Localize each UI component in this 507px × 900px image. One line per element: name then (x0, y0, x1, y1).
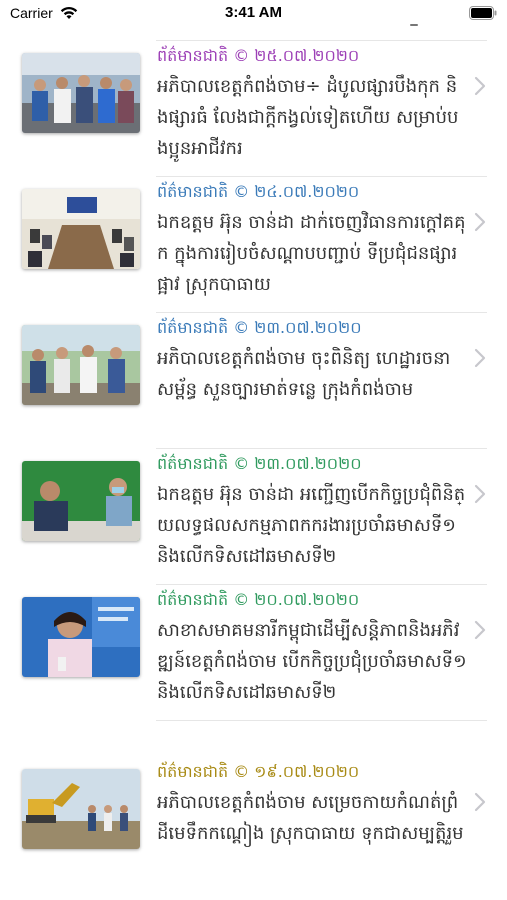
news-meta: ព័ត៌មានជាតិ © ២៤.០៧.២០២០ (157, 181, 359, 203)
news-category: ព័ត៌មានជាតិ (157, 182, 229, 201)
news-category: ព័ត៌មានជាតិ (157, 762, 229, 781)
news-item[interactable]: ព័ត៌មានជាតិ © ១៩.០៧.២០២០ អភិបាលខេត្តកំពង… (0, 757, 507, 893)
news-item[interactable]: ព័ត៌មានជាតិ © ២៣.០៧.២០២០ ឯកឧត្តម អ៊ុន ចា… (0, 449, 507, 585)
news-item[interactable]: ព័ត៌មានជាតិ © ២៥.០៧.២០២០ អភិបាលខេត្តកំពង… (0, 41, 507, 177)
news-item[interactable]: ព័ត៌មានជាតិ © ២៣.០៧.២០២០ អភិបាលខេត្តកំពង… (0, 313, 507, 449)
news-meta: ព័ត៌មានជាតិ © ១៩.០៧.២០២០ (157, 761, 359, 783)
excavator-site-icon (22, 769, 140, 849)
meeting-room-icon (22, 189, 140, 269)
status-bar: Carrier 3:41 AM (0, 0, 507, 30)
status-time: 3:41 AM (225, 4, 282, 21)
conference-speaker-icon (22, 461, 140, 541)
officials-at-market-icon (22, 53, 140, 133)
chevron-right-icon (474, 792, 486, 812)
news-title: អភិបាលខេត្តកំពង់ចាម÷ ដំបូលផ្សារបឹងកុក និ… (157, 76, 459, 159)
news-meta: ព័ត៌មានជាតិ © ២៣.០៧.២០២០ (157, 453, 362, 475)
row-divider (156, 720, 487, 721)
news-title: ឯកឧត្តម អ៊ុន ចាន់ដា ដាក់ចេញវិធានការក្ដៅគ… (157, 212, 466, 295)
news-title: អភិបាលខេត្តកំពង់ចាម សម្រេចកាយកំណត់ព្រំដី… (157, 792, 464, 844)
news-date: © ១៩.០៧.២០២០ (233, 762, 360, 781)
news-title: អភិបាលខេត្តកំពង់ចាម ចុះពិនិត្យ ហេដ្ឋារចន… (157, 348, 451, 400)
news-thumbnail (22, 769, 140, 849)
news-thumbnail (22, 189, 140, 269)
news-thumbnail (22, 325, 140, 405)
chevron-right-icon (474, 620, 486, 640)
news-item[interactable]: ព័ត៌មានជាតិ © ២០.០៧.២០២០ សាខាសមាគមនារីកម… (0, 585, 507, 721)
news-date: © ២៥.០៧.២០២០ (233, 46, 360, 65)
nav-grip (410, 24, 418, 26)
site-inspection-icon (22, 325, 140, 405)
news-date: © ២០.០៧.២០២០ (233, 590, 360, 609)
news-thumbnail (22, 53, 140, 133)
woman-speaker-icon (22, 597, 140, 677)
news-category: ព័ត៌មានជាតិ (157, 590, 229, 609)
battery-icon (469, 6, 497, 20)
chevron-right-icon (474, 212, 486, 232)
news-meta: ព័ត៌មានជាតិ © ២៥.០៧.២០២០ (157, 45, 359, 67)
news-date: © ២៣.០៧.២០២០ (233, 454, 362, 473)
chevron-right-icon (474, 348, 486, 368)
chevron-right-icon (474, 484, 486, 504)
news-category: ព័ត៌មានជាតិ (157, 318, 229, 337)
news-meta: ព័ត៌មានជាតិ © ២៣.០៧.២០២០ (157, 317, 362, 339)
news-title: សាខាសមាគមនារីកម្ពុជាដើម្បីសន្តិភាពនិងអភិ… (157, 620, 467, 703)
news-thumbnail (22, 597, 140, 677)
news-title: ឯកឧត្តម អ៊ុន ចាន់ដា អញ្ជើញបើកកិច្ចប្រជុំ… (157, 484, 466, 567)
news-item[interactable]: ព័ត៌មានជាតិ © ២៤.០៧.២០២០ ឯកឧត្តម អ៊ុន ចា… (0, 177, 507, 313)
news-date: © ២៣.០៧.២០២០ (233, 318, 362, 337)
news-category: ព័ត៌មានជាតិ (157, 46, 229, 65)
chevron-right-icon (474, 76, 486, 96)
news-date: © ២៤.០៧.២០២០ (233, 182, 360, 201)
news-thumbnail (22, 461, 140, 541)
news-category: ព័ត៌មានជាតិ (157, 454, 229, 473)
news-meta: ព័ត៌មានជាតិ © ២០.០៧.២០២០ (157, 589, 359, 611)
